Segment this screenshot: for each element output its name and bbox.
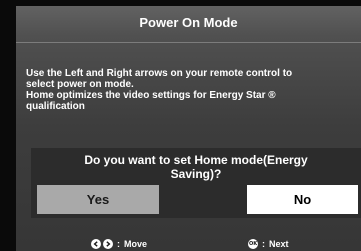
page-title: Power On Mode	[139, 15, 238, 30]
move-label: Move	[124, 239, 148, 249]
footer-next-hint: OK : Next	[248, 237, 289, 251]
description-line-2: select power on mode.	[26, 79, 134, 90]
power-on-mode-panel: Power On Mode Use the Left and Right arr…	[16, 6, 361, 251]
question-line-2: Saving)?	[170, 167, 222, 181]
next-label: Next	[269, 239, 289, 249]
description-line-1: Use the Left and Right arrows on your re…	[26, 68, 293, 79]
ok-button-icon: OK	[248, 239, 258, 249]
no-button[interactable]: No	[247, 185, 358, 214]
right-arrow-icon	[103, 239, 113, 249]
question-line-1: Do you want to set Home mode(Energy	[84, 153, 308, 167]
description-line-3: Home optimizes the video settings for En…	[26, 90, 276, 101]
left-arrow-icon	[91, 239, 101, 249]
confirm-question: Do you want to set Home mode(Energy Savi…	[61, 153, 331, 181]
footer-move-hint: : Move	[91, 237, 147, 251]
description-text: Use the Left and Right arrows on your re…	[26, 68, 358, 112]
next-separator: :	[262, 239, 265, 249]
confirm-dialog: Do you want to set Home mode(Energy Savi…	[31, 148, 361, 218]
yes-button[interactable]: Yes	[37, 185, 159, 214]
title-divider	[16, 42, 361, 43]
move-separator: :	[117, 239, 120, 249]
description-line-4: qualification	[26, 101, 85, 112]
